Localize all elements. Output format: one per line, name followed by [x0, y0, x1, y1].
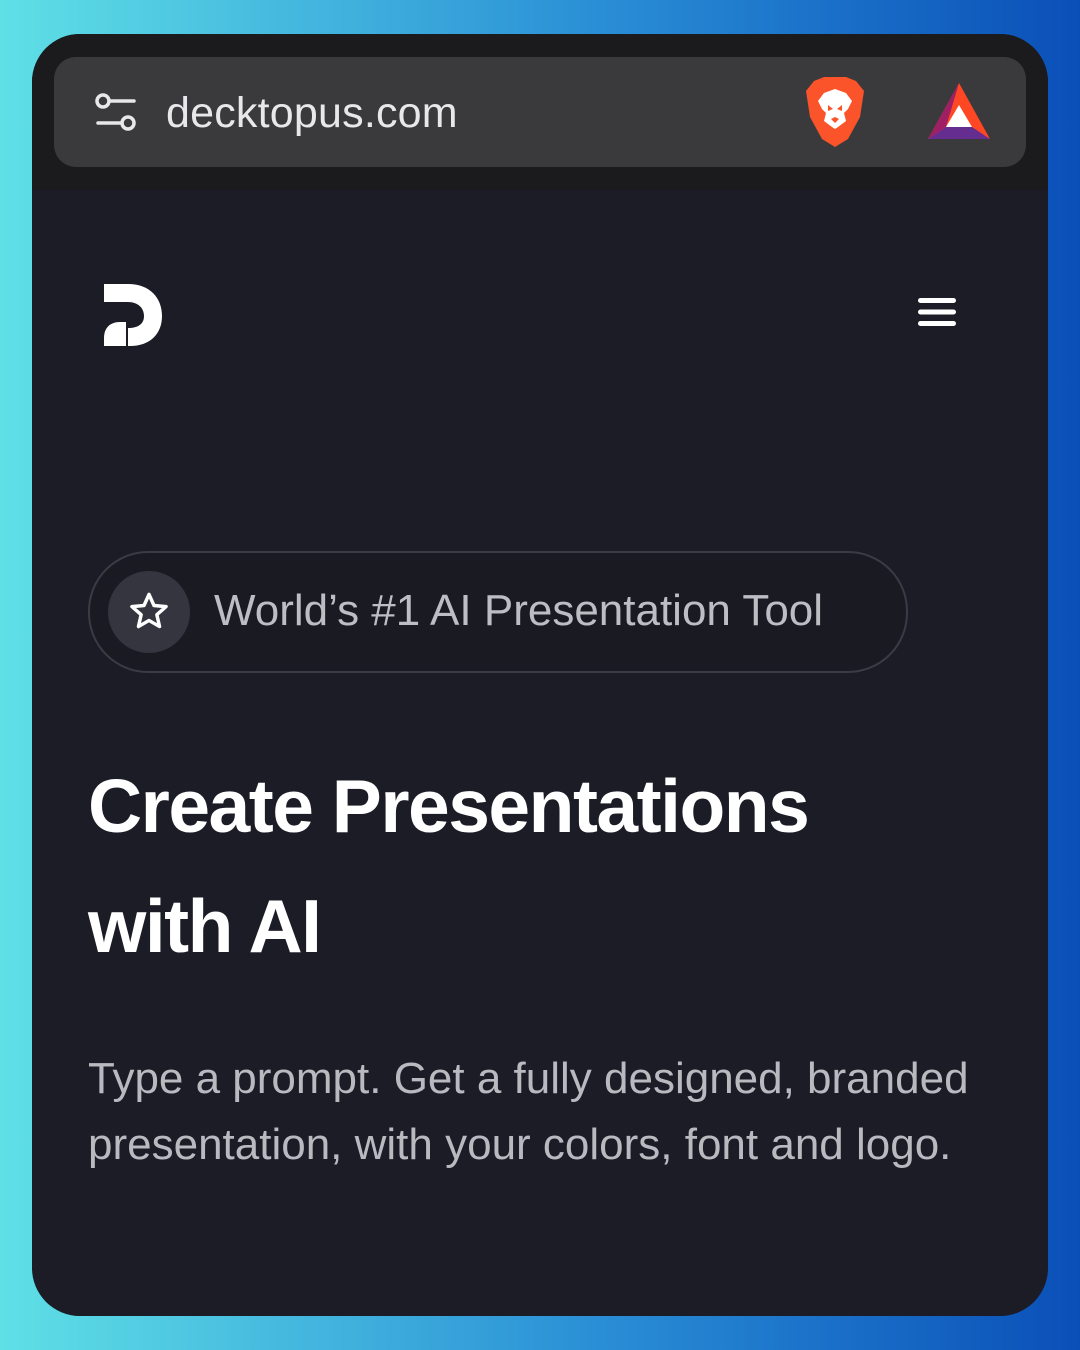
tune-icon[interactable]	[94, 91, 138, 135]
hero-subheadline: Type a prompt. Get a fully designed, bra…	[88, 1054, 969, 1169]
phone-screen: decktopus.com World’s #1 AI Presentation…	[32, 34, 1048, 1316]
browser-toolbar: decktopus.com	[32, 34, 1048, 190]
decktopus-logo[interactable]	[98, 280, 164, 348]
hamburger-menu-icon[interactable]	[916, 296, 958, 328]
headline-line-1: Create Presentations	[88, 764, 810, 848]
headline-line-2: with AI	[88, 884, 322, 968]
brave-lion-icon[interactable]	[802, 75, 868, 151]
hero-badge: World’s #1 AI Presentation Tool	[88, 551, 908, 673]
address-bar[interactable]: decktopus.com	[54, 57, 1026, 167]
hero-headline: Create Presentations with AI	[88, 746, 988, 986]
bat-triangle-icon[interactable]	[926, 81, 992, 143]
url-text[interactable]: decktopus.com	[166, 87, 458, 139]
star-icon	[108, 571, 190, 653]
badge-text: World’s #1 AI Presentation Tool	[214, 586, 824, 635]
